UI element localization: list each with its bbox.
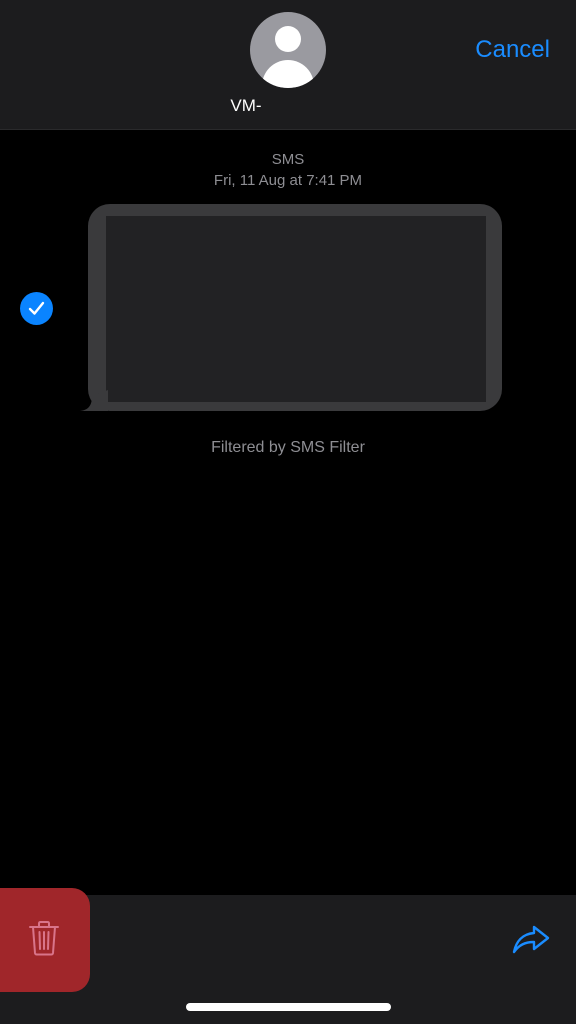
checkmark-icon [28,301,45,315]
redacted-message-content [106,216,486,402]
cancel-button[interactable]: Cancel [475,36,550,64]
contact-avatar[interactable] [250,12,326,88]
conversation-header: VM- Cancel [0,0,576,130]
delete-button[interactable] [0,888,90,992]
message-bubble[interactable] [88,204,502,411]
home-indicator[interactable] [186,1003,391,1011]
trash-icon [29,921,59,956]
message-type-label: SMS [271,151,305,168]
person-silhouette-icon [275,26,301,52]
filter-note: Filtered by SMS Filter [211,439,365,456]
bubble-tail-shape [80,390,108,411]
contact-name[interactable]: VM- [0,96,492,116]
person-shoulders-shape [262,60,314,88]
share-arrow-icon[interactable] [510,921,552,957]
message-timestamp: Fri, 11 Aug at 7:41 PM [213,172,363,189]
message-select-checkbox[interactable] [20,292,53,325]
